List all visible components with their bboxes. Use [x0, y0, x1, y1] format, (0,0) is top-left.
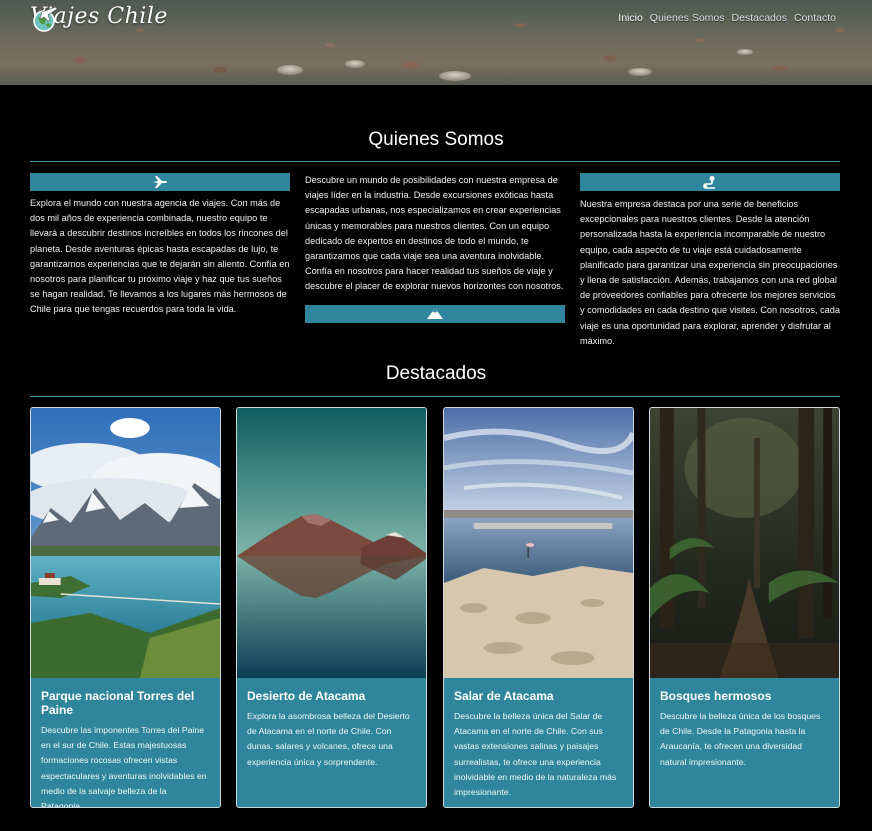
about-column-1: Explora el mundo con nuestra agencia de … — [30, 173, 290, 318]
card-desierto-de-atacama[interactable]: Desierto de Atacama Explora la asombrosa… — [236, 407, 427, 808]
card-text: Descubre la belleza única del Salar de A… — [454, 711, 617, 798]
globe-plane-icon — [33, 6, 58, 32]
desierto-de-atacama-image — [237, 408, 426, 678]
about-column-3: Nuestra empresa destaca por una serie de… — [580, 173, 840, 349]
about-divider — [30, 161, 840, 162]
card-title: Desierto de Atacama — [247, 689, 366, 703]
card-title: Parque nacional Torres del Paine — [41, 689, 195, 717]
card-bosques-hermosos[interactable]: Bosques hermosos Descubre la belleza úni… — [649, 407, 840, 808]
about-column-2-bar — [305, 304, 565, 323]
card-salar-de-atacama[interactable]: Salar de Atacama Descubre la belleza úni… — [443, 407, 634, 808]
card-title: Bosques hermosos — [660, 689, 772, 703]
mountain-icon — [427, 308, 443, 320]
brand-logo[interactable]: Viajes Chile — [30, 4, 168, 32]
card-title: Salar de Atacama — [454, 689, 554, 703]
torres-del-paine-image — [31, 408, 220, 678]
about-column-1-text: Explora el mundo con nuestra agencia de … — [30, 198, 290, 315]
about-column-2: Descubre un mundo de posibilidades con n… — [305, 173, 565, 323]
nav-link-contacto[interactable]: Contacto — [794, 12, 836, 24]
nav-link-quienes-somos[interactable]: Quienes Somos — [650, 12, 725, 24]
card-text: Descubre la belleza única de los bosques… — [660, 711, 821, 767]
route-icon — [703, 176, 715, 189]
bosques-hermosos-image — [650, 408, 839, 678]
about-column-2-text: Descubre un mundo de posibilidades con n… — [305, 175, 564, 292]
about-column-3-text: Nuestra empresa destaca por una serie de… — [580, 199, 840, 346]
salar-de-atacama-image — [444, 408, 633, 678]
airplane-icon — [153, 176, 167, 188]
about-section-title: Quienes Somos — [368, 129, 504, 150]
card-torres-del-paine[interactable]: Parque nacional Torres del Paine Descubr… — [30, 407, 221, 808]
main-nav: Inicio Quienes Somos Destacados Contacto — [618, 12, 836, 24]
nav-link-inicio[interactable]: Inicio — [618, 12, 643, 24]
card-text: Explora la asombrosa belleza del Desiert… — [247, 711, 410, 767]
card-text: Descubre las imponentes Torres del Paine… — [41, 725, 207, 808]
nav-link-destacados[interactable]: Destacados — [732, 12, 787, 24]
about-column-1-bar — [30, 173, 290, 191]
featured-divider — [30, 396, 840, 397]
featured-section-title: Destacados — [385, 363, 487, 384]
about-column-3-bar — [580, 173, 840, 191]
hero-header: Viajes Chile Inicio Quienes Somos Destac… — [0, 0, 872, 85]
